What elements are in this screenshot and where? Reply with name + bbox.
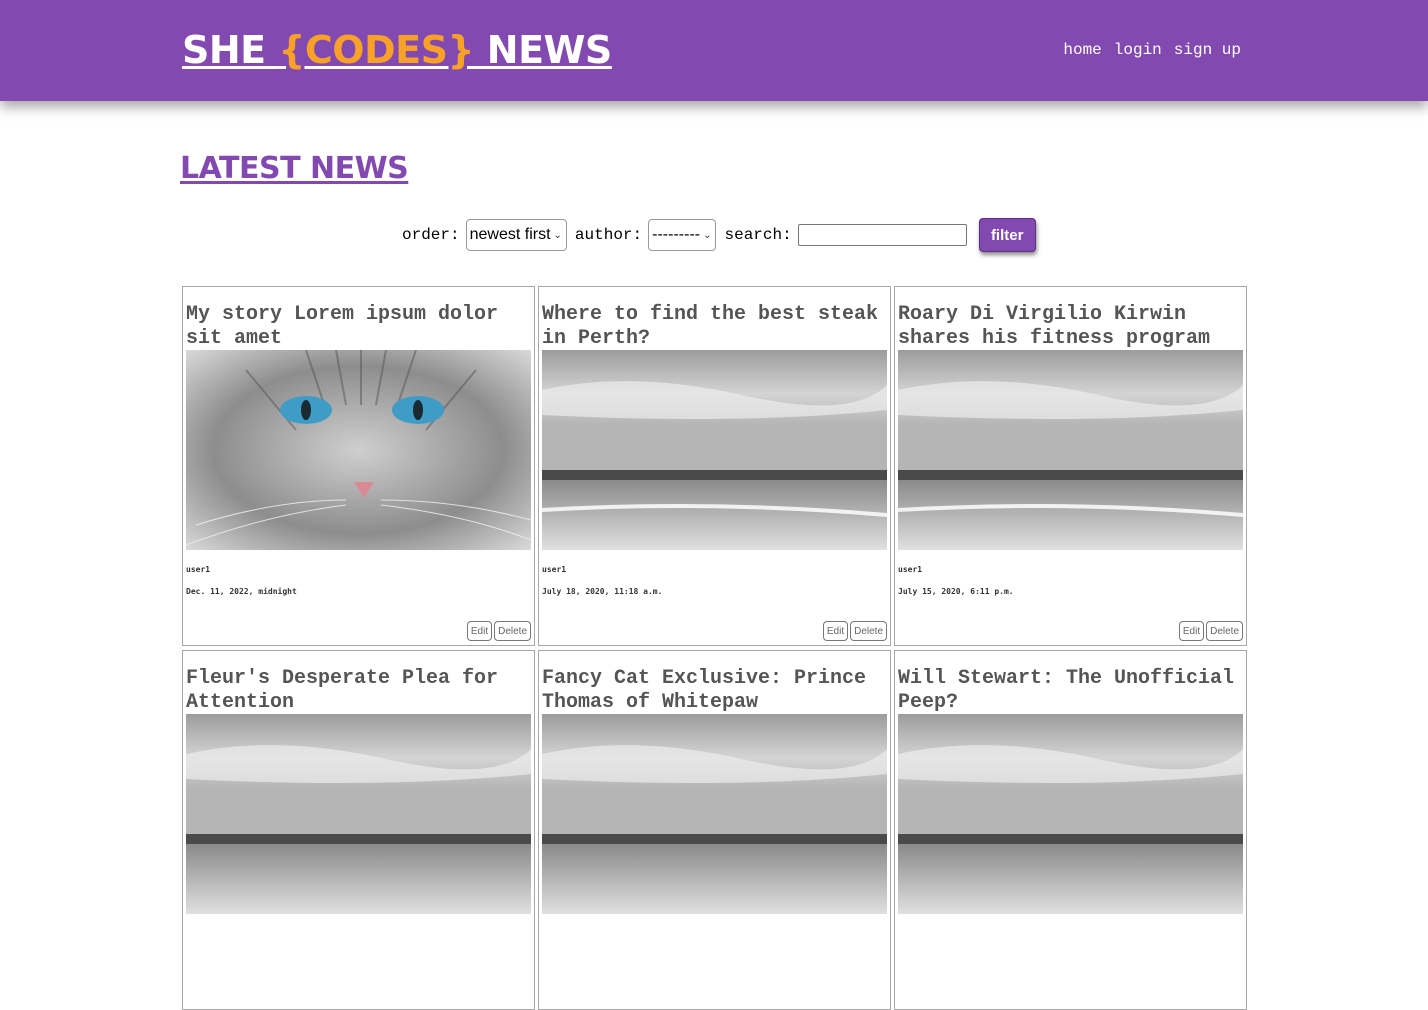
site-logo[interactable]: SHE {CODES} NEWS: [182, 28, 612, 72]
edit-button[interactable]: Edit: [1178, 621, 1205, 641]
story-card[interactable]: Will Stewart: The Unofficial Peep?: [894, 650, 1247, 1010]
page-title: LATEST NEWS: [180, 151, 409, 186]
story-image-beach: [542, 714, 887, 914]
order-select[interactable]: newest first ⌄: [465, 219, 567, 251]
story-card[interactable]: Fancy Cat Exclusive: Prince Thomas of Wh…: [538, 650, 891, 1010]
story-card[interactable]: Roary Di Virgilio Kirwin shares his fitn…: [894, 286, 1247, 646]
story-card[interactable]: Fleur's Desperate Plea for Attention: [182, 650, 535, 1010]
story-author: user1: [186, 565, 211, 574]
author-select-value: ---------: [652, 226, 701, 243]
logo-she: SHE: [182, 28, 279, 72]
story-title[interactable]: Where to find the best steak in Perth?: [542, 303, 887, 351]
search-label: search:: [724, 226, 792, 244]
main-nav: home login sign up: [1063, 41, 1241, 59]
story-title[interactable]: Will Stewart: The Unofficial Peep?: [898, 667, 1243, 715]
story-author: user1: [542, 565, 567, 574]
search-input[interactable]: [797, 224, 967, 246]
story-image-beach: [898, 714, 1243, 914]
story-card[interactable]: Where to find the best steak in Perth? u…: [538, 286, 891, 646]
delete-button[interactable]: Delete: [494, 621, 531, 641]
chevron-down-icon: ⌄: [553, 229, 562, 241]
story-image-beach: [542, 350, 887, 550]
story-date: July 15, 2020, 6:11 p.m.: [898, 587, 1014, 596]
story-date: Dec. 11, 2022, midnight: [186, 587, 297, 596]
nav-login-link[interactable]: login: [1114, 41, 1162, 59]
nav-home-link[interactable]: home: [1063, 41, 1101, 59]
story-date: July 18, 2020, 11:18 a.m.: [542, 587, 663, 596]
story-image-beach: [186, 714, 531, 914]
order-select-value: newest first: [469, 226, 551, 243]
story-author: user1: [898, 565, 923, 574]
stories-grid: My story Lorem ipsum dolor sit amet user…: [182, 286, 1247, 1010]
story-image-beach: [898, 350, 1243, 550]
story-actions: Edit Delete: [466, 621, 531, 641]
story-title[interactable]: Roary Di Virgilio Kirwin shares his fitn…: [898, 303, 1243, 351]
story-title[interactable]: My story Lorem ipsum dolor sit amet: [186, 303, 531, 351]
story-card[interactable]: My story Lorem ipsum dolor sit amet user…: [182, 286, 535, 646]
nav-signup-link[interactable]: sign up: [1174, 41, 1241, 59]
site-header: SHE {CODES} NEWS home login sign up: [0, 0, 1428, 101]
story-actions: Edit Delete: [1178, 621, 1243, 641]
author-select[interactable]: --------- ⌄: [648, 219, 717, 251]
author-label: author:: [574, 226, 643, 244]
story-title[interactable]: Fancy Cat Exclusive: Prince Thomas of Wh…: [542, 667, 887, 715]
filter-button[interactable]: filter: [978, 218, 1036, 252]
order-label: order:: [402, 226, 460, 244]
logo-news: NEWS: [474, 28, 613, 72]
edit-button[interactable]: Edit: [466, 621, 493, 641]
delete-button[interactable]: Delete: [1206, 621, 1243, 641]
filter-form: order: newest first ⌄ author: --------- …: [400, 217, 1036, 253]
edit-button[interactable]: Edit: [822, 621, 849, 641]
chevron-down-icon: ⌄: [703, 229, 712, 241]
story-title[interactable]: Fleur's Desperate Plea for Attention: [186, 667, 531, 715]
story-actions: Edit Delete: [822, 621, 887, 641]
logo-codes: {CODES}: [278, 28, 475, 72]
delete-button[interactable]: Delete: [850, 621, 887, 641]
story-image-cat: [186, 350, 531, 550]
